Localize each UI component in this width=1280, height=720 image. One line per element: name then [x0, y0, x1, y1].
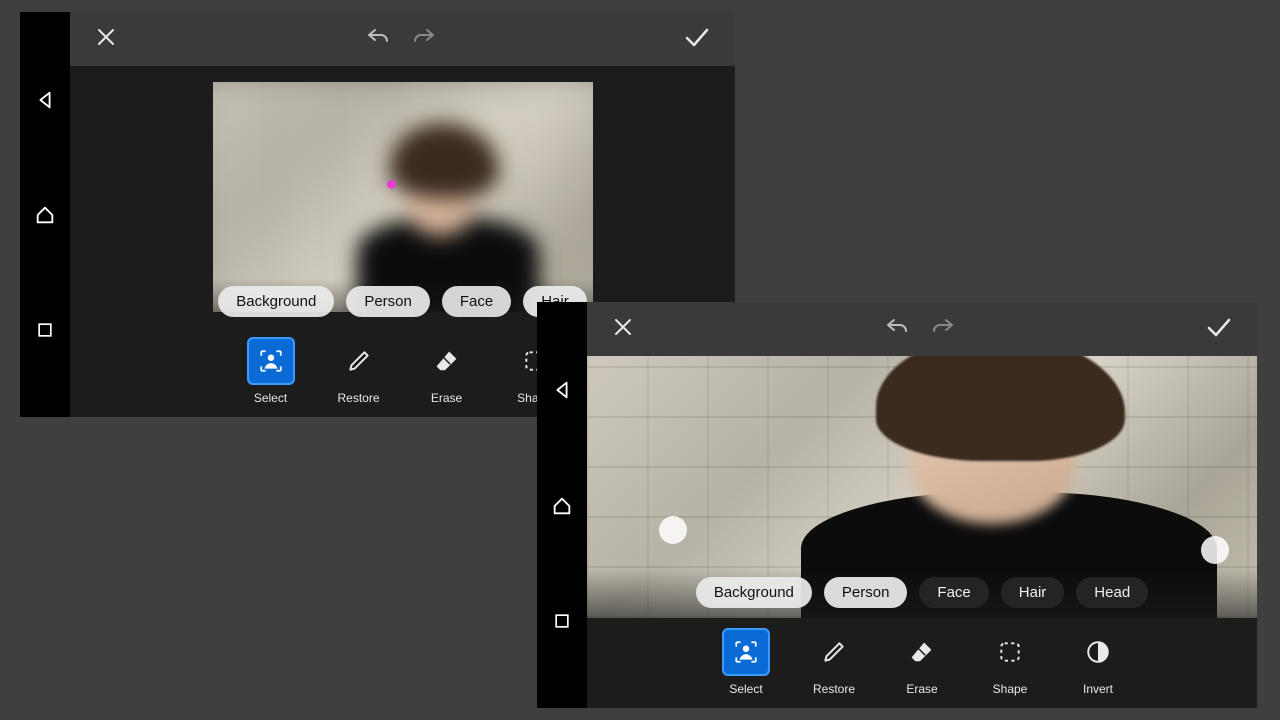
- editor-canvas[interactable]: Background Person Face Hair: [70, 66, 735, 327]
- chip-face[interactable]: Face: [442, 286, 511, 317]
- marquee-icon: [986, 628, 1034, 676]
- chip-background[interactable]: Background: [218, 286, 334, 317]
- tool-label: Shape: [993, 682, 1028, 696]
- close-icon[interactable]: [611, 315, 635, 344]
- tool-label: Select: [254, 391, 287, 405]
- recents-square-icon[interactable]: [552, 611, 572, 631]
- select-person-icon: [247, 337, 295, 385]
- eraser-icon: [898, 628, 946, 676]
- tool-restore[interactable]: Restore: [329, 337, 389, 405]
- tool-label: Restore: [813, 682, 855, 696]
- tool-invert[interactable]: Invert: [1068, 628, 1128, 696]
- undo-icon[interactable]: [365, 26, 391, 53]
- editor-topbar: [587, 302, 1257, 356]
- close-icon[interactable]: [94, 25, 118, 54]
- android-navbar: [537, 302, 587, 708]
- tool-restore[interactable]: Restore: [804, 628, 864, 696]
- tool-label: Erase: [431, 391, 462, 405]
- chip-background[interactable]: Background: [696, 577, 812, 608]
- select-person-icon: [722, 628, 770, 676]
- back-triangle-icon[interactable]: [551, 379, 573, 401]
- confirm-check-icon[interactable]: [683, 25, 711, 54]
- undo-icon[interactable]: [884, 316, 910, 343]
- tool-shape[interactable]: Shape: [980, 628, 1040, 696]
- redo-icon[interactable]: [930, 316, 956, 343]
- chip-head[interactable]: Head: [1076, 577, 1148, 608]
- android-navbar: [20, 12, 70, 417]
- selection-chips: Background Person Face Hair Head: [587, 569, 1257, 618]
- chip-person[interactable]: Person: [824, 577, 908, 608]
- home-icon[interactable]: [34, 204, 56, 226]
- tool-select[interactable]: Select: [241, 337, 301, 405]
- chip-hair[interactable]: Hair: [1001, 577, 1065, 608]
- tool-label: Restore: [337, 391, 379, 405]
- confirm-check-icon[interactable]: [1205, 315, 1233, 344]
- redo-icon[interactable]: [411, 26, 437, 53]
- brush-icon: [810, 628, 858, 676]
- phone-editor-b: Background Person Face Hair Head Select …: [537, 302, 1257, 708]
- tool-select[interactable]: Select: [716, 628, 776, 696]
- tool-label: Erase: [906, 682, 937, 696]
- chip-face[interactable]: Face: [919, 577, 988, 608]
- tool-erase[interactable]: Erase: [417, 337, 477, 405]
- invert-icon: [1074, 628, 1122, 676]
- chip-person[interactable]: Person: [346, 286, 430, 317]
- editor-canvas[interactable]: Background Person Face Hair Head: [587, 356, 1257, 618]
- home-icon[interactable]: [551, 495, 573, 517]
- tool-label: Invert: [1083, 682, 1113, 696]
- brush-icon: [335, 337, 383, 385]
- tool-label: Select: [729, 682, 762, 696]
- edited-photo: [213, 82, 593, 312]
- editor-content: Background Person Face Hair Head Select …: [587, 302, 1257, 708]
- recents-square-icon[interactable]: [35, 320, 55, 340]
- back-triangle-icon[interactable]: [34, 89, 56, 111]
- editor-topbar: [70, 12, 735, 66]
- eraser-icon: [423, 337, 471, 385]
- tool-row: Select Restore Erase Shape: [587, 618, 1257, 708]
- tool-erase[interactable]: Erase: [892, 628, 952, 696]
